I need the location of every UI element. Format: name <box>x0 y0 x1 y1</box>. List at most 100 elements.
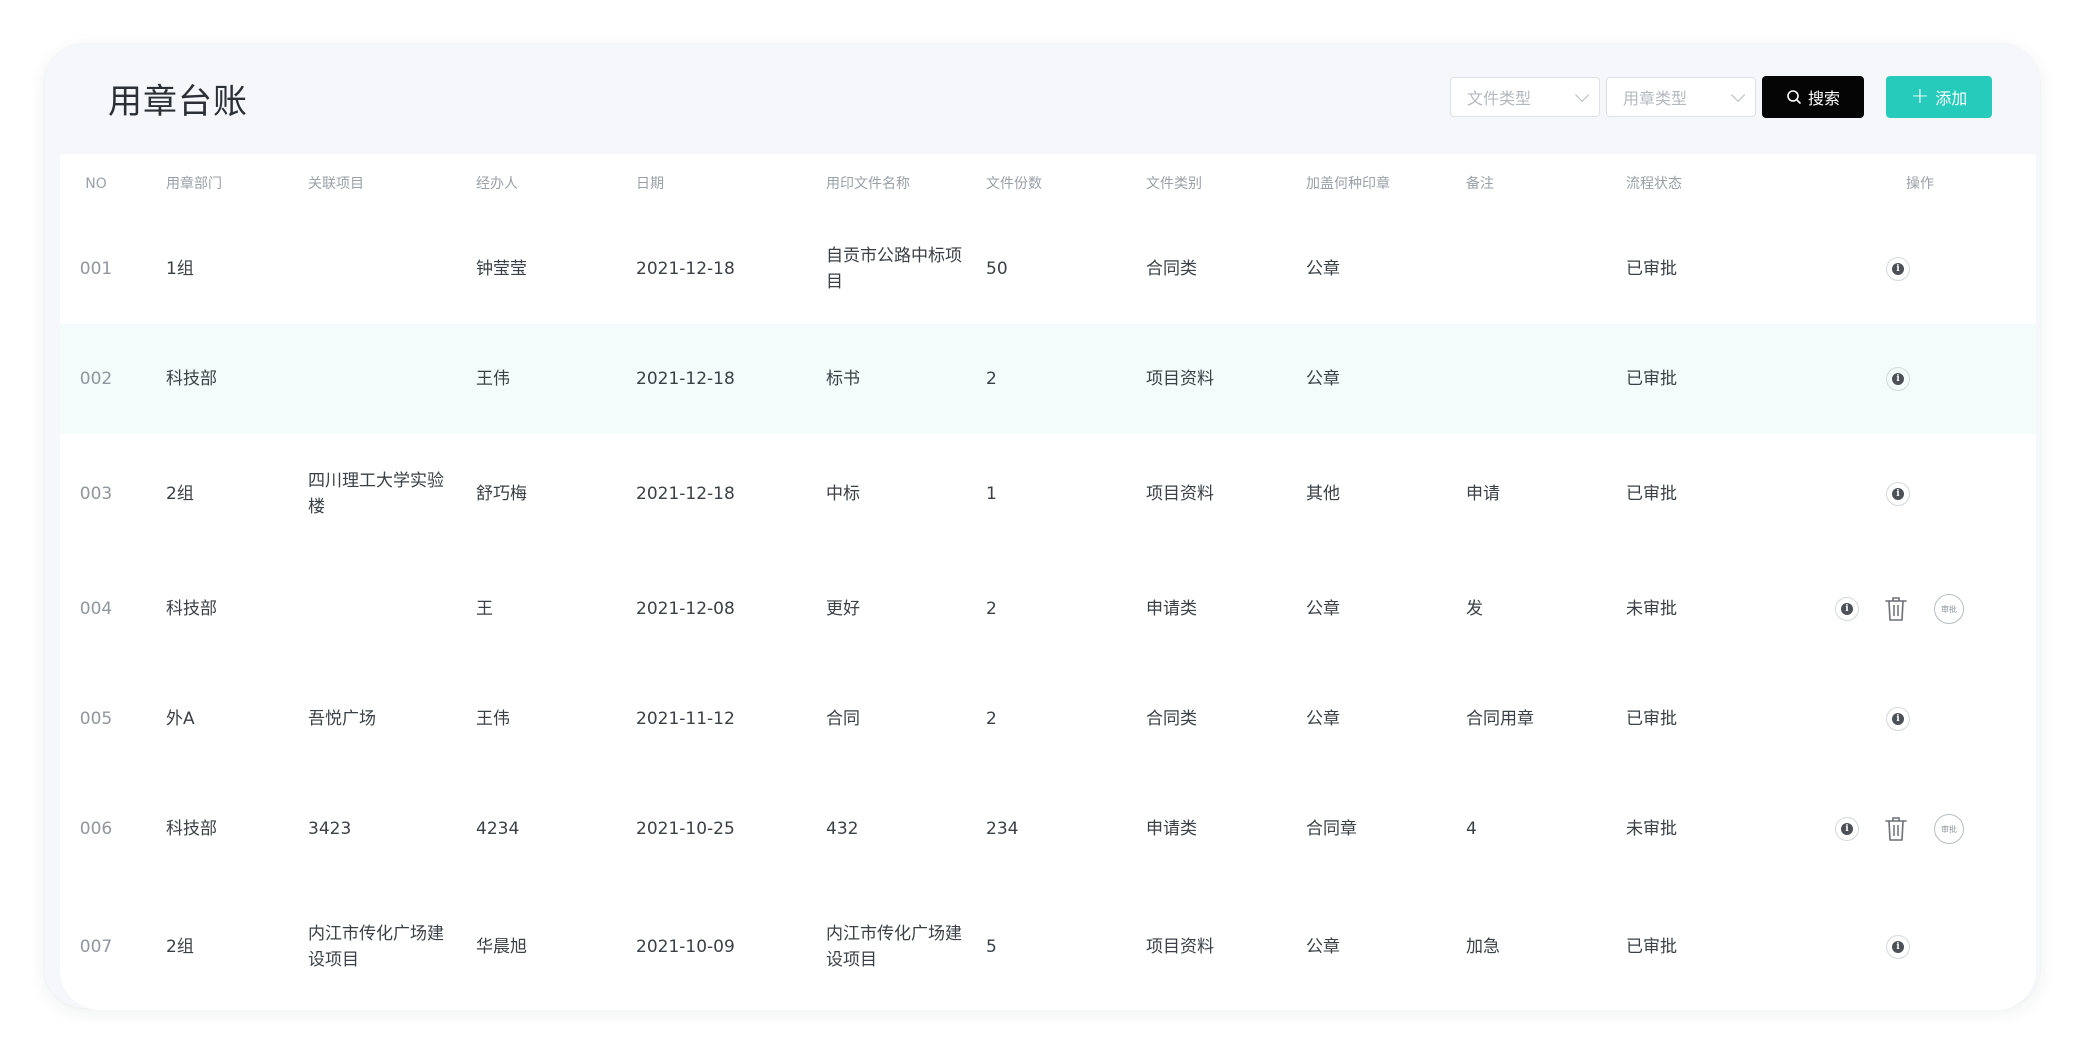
cell-date: 2021-12-18 <box>636 259 735 279</box>
cell-category: 合同类 <box>1146 259 1197 279</box>
cell-seal: 公章 <box>1306 369 1340 389</box>
cell-project: 吾悦广场 <box>308 709 376 729</box>
cell-copies: 1 <box>986 484 997 504</box>
table-row[interactable]: 006 科技部 3423 4234 2021-10-25 432 234 申请类 合同章 4 未审批… <box>60 774 2036 884</box>
cell-no: 002 <box>79 369 113 389</box>
file-type-select[interactable]: 文件类型 <box>1450 77 1600 117</box>
approve-stamp-icon[interactable]: 审批 <box>1934 594 1964 624</box>
cell-project: 四川理工大学实验楼 <box>308 471 444 517</box>
cell-doc-name: 自贡市公路中标项目 <box>826 246 962 292</box>
cell-seal: 合同章 <box>1306 819 1357 839</box>
cell-no: 007 <box>79 937 113 957</box>
toolbar: 文件类型 用章类型 搜索 + 添加 <box>1450 76 1992 118</box>
cell-remark <box>1466 324 1626 434</box>
cell-date: 2021-10-09 <box>636 937 735 957</box>
cell-status: 已审批 <box>1626 709 1677 729</box>
cell-doc-name: 内江市传化广场建设项目 <box>826 924 962 970</box>
cell-remark: 发 <box>1466 599 1483 619</box>
add-button[interactable]: + 添加 <box>1886 76 1992 118</box>
cell-date: 2021-12-18 <box>636 484 735 504</box>
cell-category: 项目资料 <box>1146 937 1214 957</box>
cell-handler: 王伟 <box>476 709 510 729</box>
cell-remark: 申请 <box>1466 484 1500 504</box>
column-header: 用印文件名称 <box>826 176 910 192</box>
cell-project: 内江市传化广场建设项目 <box>308 924 444 970</box>
cell-handler: 钟莹莹 <box>476 259 527 279</box>
cell-seal: 公章 <box>1306 937 1340 957</box>
column-header: 加盖何种印章 <box>1306 176 1390 192</box>
table-row[interactable]: 002 科技部 王伟 2021-12-18 标书 2 项目资料 公章 已审批 i <box>60 324 2036 434</box>
cell-dept: 2组 <box>166 937 194 957</box>
cell-dept: 科技部 <box>166 819 217 839</box>
search-button[interactable]: 搜索 <box>1762 76 1864 118</box>
cell-handler: 华晨旭 <box>476 937 527 957</box>
cell-status: 已审批 <box>1626 369 1677 389</box>
cell-copies: 2 <box>986 709 997 729</box>
cell-dept: 科技部 <box>166 369 217 389</box>
cell-status: 已审批 <box>1626 937 1677 957</box>
cell-status: 未审批 <box>1626 599 1677 619</box>
cell-project: 3423 <box>308 819 352 839</box>
cell-dept: 2组 <box>166 484 194 504</box>
table-row[interactable]: 001 1组 钟莹莹 2021-12-18 自贡市公路中标项目 50 合同类 公章 已审批 i <box>60 214 2036 324</box>
cell-date: 2021-12-08 <box>636 599 735 619</box>
table-row[interactable]: 005 外A 吾悦广场 王伟 2021-11-12 合同 2 合同类 公章 合同用章 已审批 i <box>60 664 2036 774</box>
seal-type-select[interactable]: 用章类型 <box>1606 77 1756 117</box>
cell-dept: 科技部 <box>166 599 217 619</box>
cell-doc-name: 中标 <box>826 484 860 504</box>
cell-project <box>308 214 448 324</box>
chevron-down-icon <box>1731 87 1746 102</box>
trash-icon[interactable] <box>1884 815 1908 843</box>
table-row[interactable]: 007 2组 内江市传化广场建设项目 华晨旭 2021-10-09 内江市传化广场建设项目… <box>60 884 2036 1010</box>
info-icon[interactable]: i <box>1886 482 1910 506</box>
info-icon[interactable]: i <box>1886 367 1910 391</box>
cell-copies: 2 <box>986 599 997 619</box>
info-icon[interactable]: i <box>1835 817 1859 841</box>
cell-copies: 50 <box>986 259 1008 279</box>
cell-category: 合同类 <box>1146 709 1197 729</box>
chevron-down-icon <box>1575 87 1590 102</box>
info-icon[interactable]: i <box>1835 597 1859 621</box>
column-header: 流程状态 <box>1626 176 1682 192</box>
add-button-label: 添加 <box>1935 89 1968 108</box>
info-icon[interactable]: i <box>1886 257 1910 281</box>
cell-remark: 4 <box>1466 819 1477 839</box>
cell-status: 未审批 <box>1626 819 1677 839</box>
cell-doc-name: 432 <box>826 819 859 839</box>
search-button-label: 搜索 <box>1807 89 1840 108</box>
cell-remark: 加急 <box>1466 937 1500 957</box>
search-icon <box>1787 90 1801 104</box>
cell-no: 001 <box>79 259 113 279</box>
cell-copies: 234 <box>986 819 1019 839</box>
info-icon[interactable]: i <box>1886 935 1910 959</box>
cell-date: 2021-10-25 <box>636 819 735 839</box>
ledger-table: NO 用章部门 关联项目 经办人 日期 用印文件名称 文件份数 文件类别 加盖何种印章 备注 流程状… <box>60 154 2036 1010</box>
cell-dept: 外A <box>166 709 195 729</box>
column-header: 备注 <box>1466 176 1494 192</box>
cell-handler: 舒巧梅 <box>476 484 527 504</box>
info-icon[interactable]: i <box>1886 707 1910 731</box>
cell-no: 005 <box>79 709 113 729</box>
cell-remark: 合同用章 <box>1466 709 1534 729</box>
file-type-placeholder: 文件类型 <box>1467 89 1532 108</box>
cell-project <box>308 324 448 434</box>
cell-doc-name: 标书 <box>826 369 860 389</box>
cell-category: 项目资料 <box>1146 369 1214 389</box>
column-header: 文件份数 <box>986 176 1042 192</box>
cell-no: 006 <box>79 819 113 839</box>
cell-date: 2021-12-18 <box>636 369 735 389</box>
table-row[interactable]: 004 科技部 王 2021-12-08 更好 2 申请类 公章 发 未审批 i 审批 <box>60 554 2036 664</box>
cell-category: 申请类 <box>1146 819 1197 839</box>
column-header: 用章部门 <box>166 176 222 192</box>
trash-icon[interactable] <box>1884 595 1908 623</box>
cell-status: 已审批 <box>1626 259 1677 279</box>
cell-seal: 其他 <box>1306 484 1340 504</box>
cell-seal: 公章 <box>1306 599 1340 619</box>
cell-seal: 公章 <box>1306 259 1340 279</box>
page-title: 用章台账 <box>108 82 248 122</box>
cell-category: 项目资料 <box>1146 484 1214 504</box>
cell-project <box>308 554 448 664</box>
cell-handler: 王伟 <box>476 369 510 389</box>
table-row[interactable]: 003 2组 四川理工大学实验楼 舒巧梅 2021-12-18 中标 1 项目资料 其他 申请 已审… <box>60 434 2036 554</box>
approve-stamp-icon[interactable]: 审批 <box>1934 814 1964 844</box>
